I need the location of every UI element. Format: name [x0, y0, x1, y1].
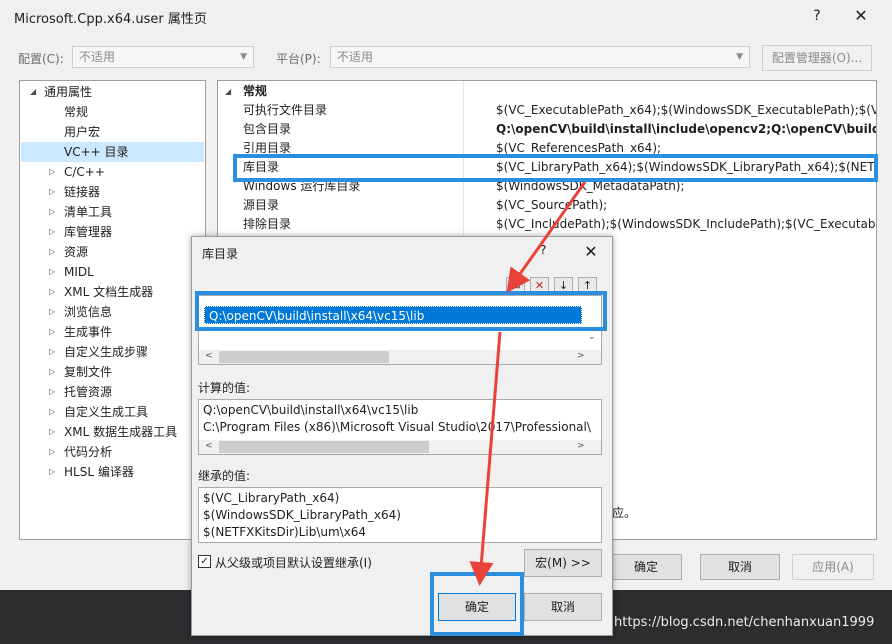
arrow-to-list-item: [506, 181, 587, 293]
arrow-to-ok-button: [469, 331, 502, 586]
watermark-text: https://blog.csdn.net/chenhanxuan1999: [614, 615, 875, 630]
annotation-arrows: [469, 181, 587, 586]
